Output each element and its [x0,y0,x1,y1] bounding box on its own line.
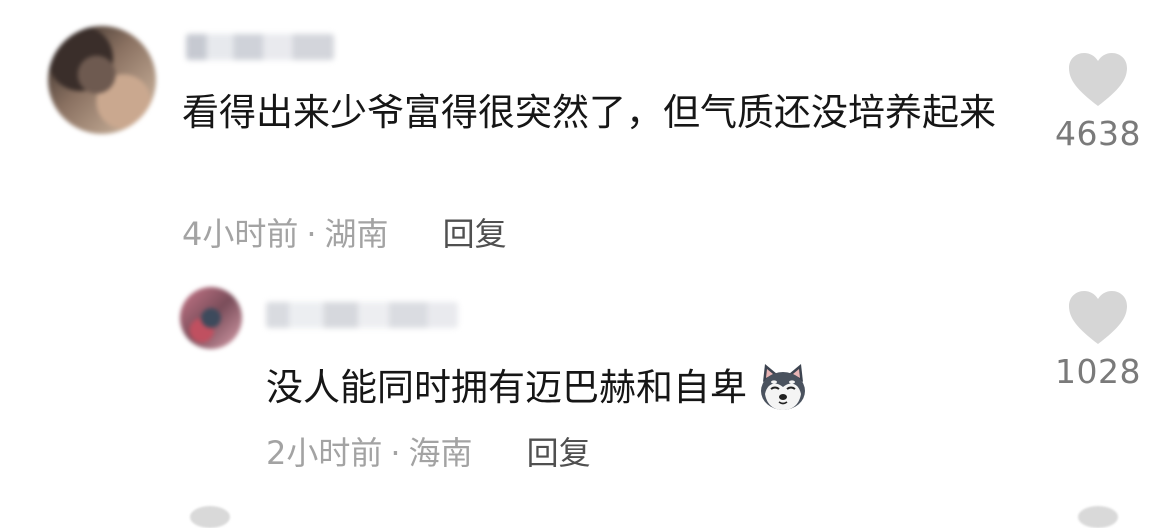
avatar[interactable] [48,26,156,134]
like-button[interactable]: 1028 [1048,290,1148,392]
next-like-partial [1078,506,1118,528]
like-count: 1028 [1055,352,1141,391]
comment-meta: 4小时前 · 湖南 回复 [182,214,507,254]
heart-icon [1069,291,1127,344]
like-count: 4638 [1055,114,1141,153]
like-button[interactable]: 4638 [1048,52,1148,154]
heart-icon [1069,53,1127,106]
comment-location: 湖南 [324,215,389,253]
comment-text: 没人能同时拥有迈巴赫和自卑 [266,366,747,409]
username-blurred[interactable] [186,34,334,60]
comment-location: 海南 [408,434,473,472]
comment-time: 2小时前 [266,434,383,472]
comment-meta: 2小时前 · 海南 回复 [266,433,591,473]
avatar[interactable] [180,287,242,349]
username-blurred[interactable] [266,302,458,328]
husky-dog-emoji [761,364,805,410]
next-avatar-partial [190,506,230,528]
comment-time: 4小时前 [182,215,299,253]
reply-button[interactable]: 回复 [443,214,507,254]
meta-separator: · [306,215,317,253]
comment-text: 看得出来少爷富得很突然了，但气质还没培养起来 [182,91,996,134]
reply-button[interactable]: 回复 [527,433,591,473]
meta-separator: · [390,434,401,472]
comment-text-row: 没人能同时拥有迈巴赫和自卑 [266,360,946,416]
